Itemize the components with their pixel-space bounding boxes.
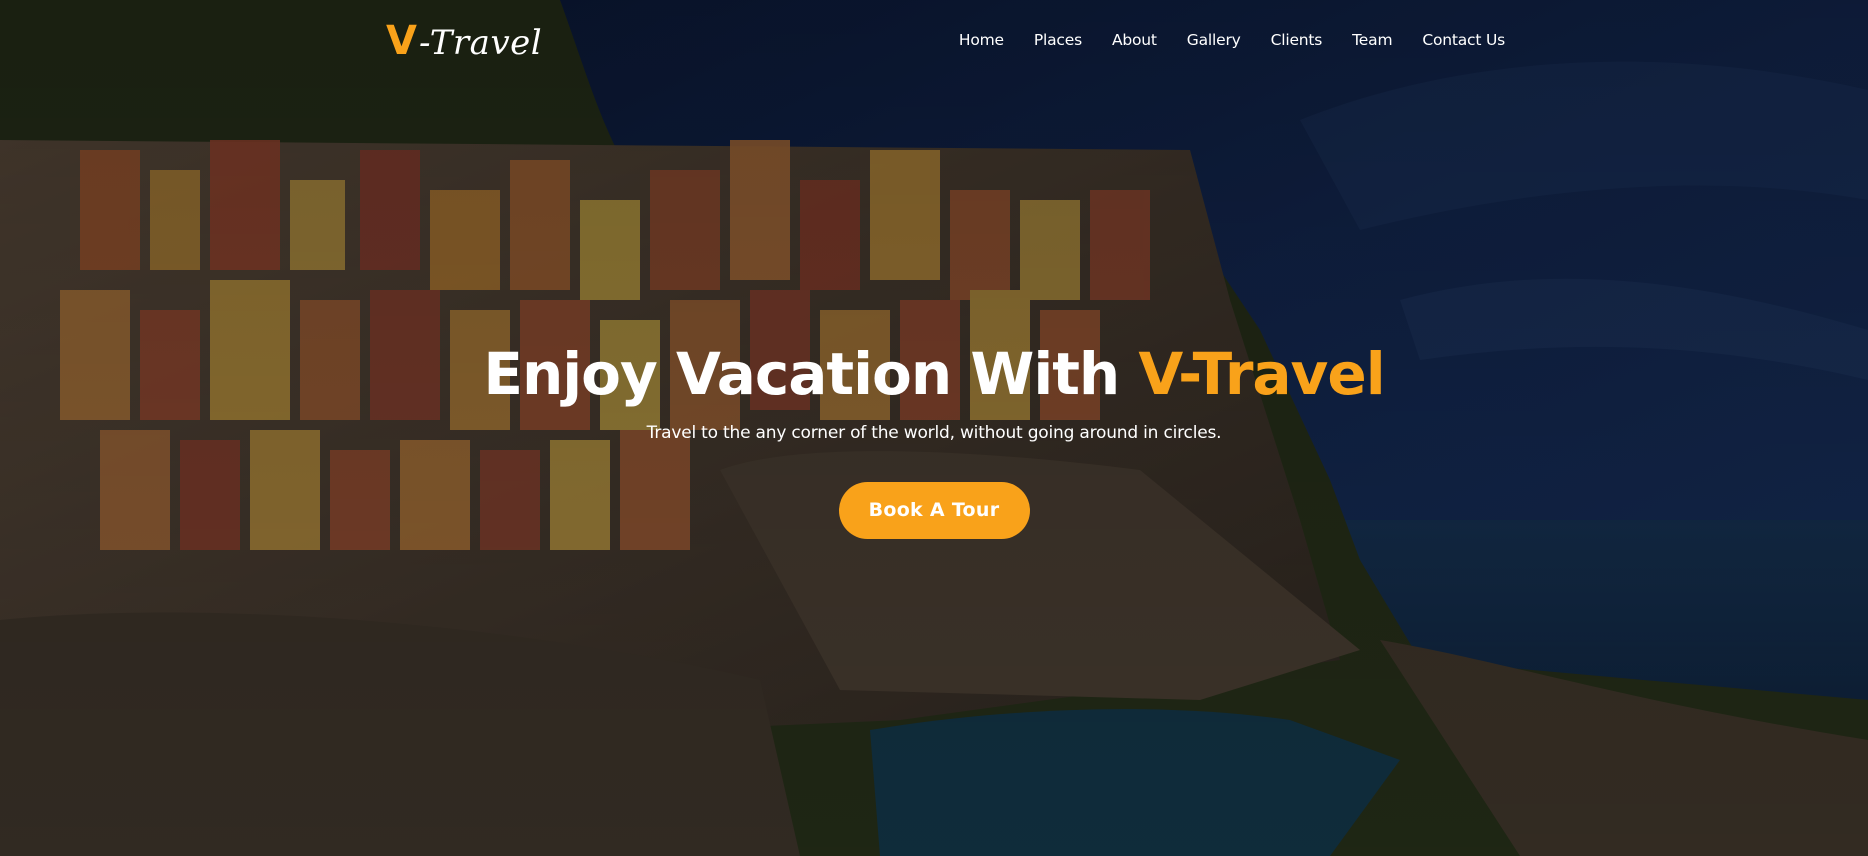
nav-link-places[interactable]: Places — [1019, 26, 1097, 54]
nav-item-home: Home — [944, 26, 1019, 54]
nav-link-contact-us[interactable]: Contact Us — [1407, 26, 1520, 54]
hero-title-main: Enjoy Vacation With — [483, 340, 1139, 408]
hero-title: Enjoy Vacation With V-Travel — [0, 332, 1868, 416]
hero-section: V -Travel Home Places About Gallery Clie… — [0, 0, 1868, 856]
nav-item-about: About — [1097, 26, 1172, 54]
hero-subtitle: Travel to the any corner of the world, w… — [646, 423, 1222, 443]
nav-link-about[interactable]: About — [1097, 26, 1172, 54]
nav-item-clients: Clients — [1256, 26, 1338, 54]
book-a-tour-button[interactable]: Book A Tour — [838, 482, 1030, 539]
nav-menu: Home Places About Gallery Clients Team C… — [944, 26, 1520, 54]
nav-link-gallery[interactable]: Gallery — [1172, 26, 1256, 54]
nav-item-gallery: Gallery — [1172, 26, 1256, 54]
logo-wordmark: -Travel — [418, 23, 543, 63]
nav-link-clients[interactable]: Clients — [1256, 26, 1338, 54]
nav-item-places: Places — [1019, 26, 1097, 54]
nav-link-team[interactable]: Team — [1337, 26, 1407, 54]
brand-logo[interactable]: V -Travel — [386, 18, 542, 64]
nav-link-home[interactable]: Home — [944, 26, 1019, 54]
nav-item-team: Team — [1337, 26, 1407, 54]
navbar: V -Travel Home Places About Gallery Clie… — [0, 0, 1868, 82]
hero-content: Enjoy Vacation With V-Travel Travel to t… — [0, 332, 1868, 539]
hero-title-accent: V-Travel — [1138, 340, 1385, 408]
nav-item-contact: Contact Us — [1407, 26, 1520, 54]
logo-initial: V — [386, 18, 417, 64]
